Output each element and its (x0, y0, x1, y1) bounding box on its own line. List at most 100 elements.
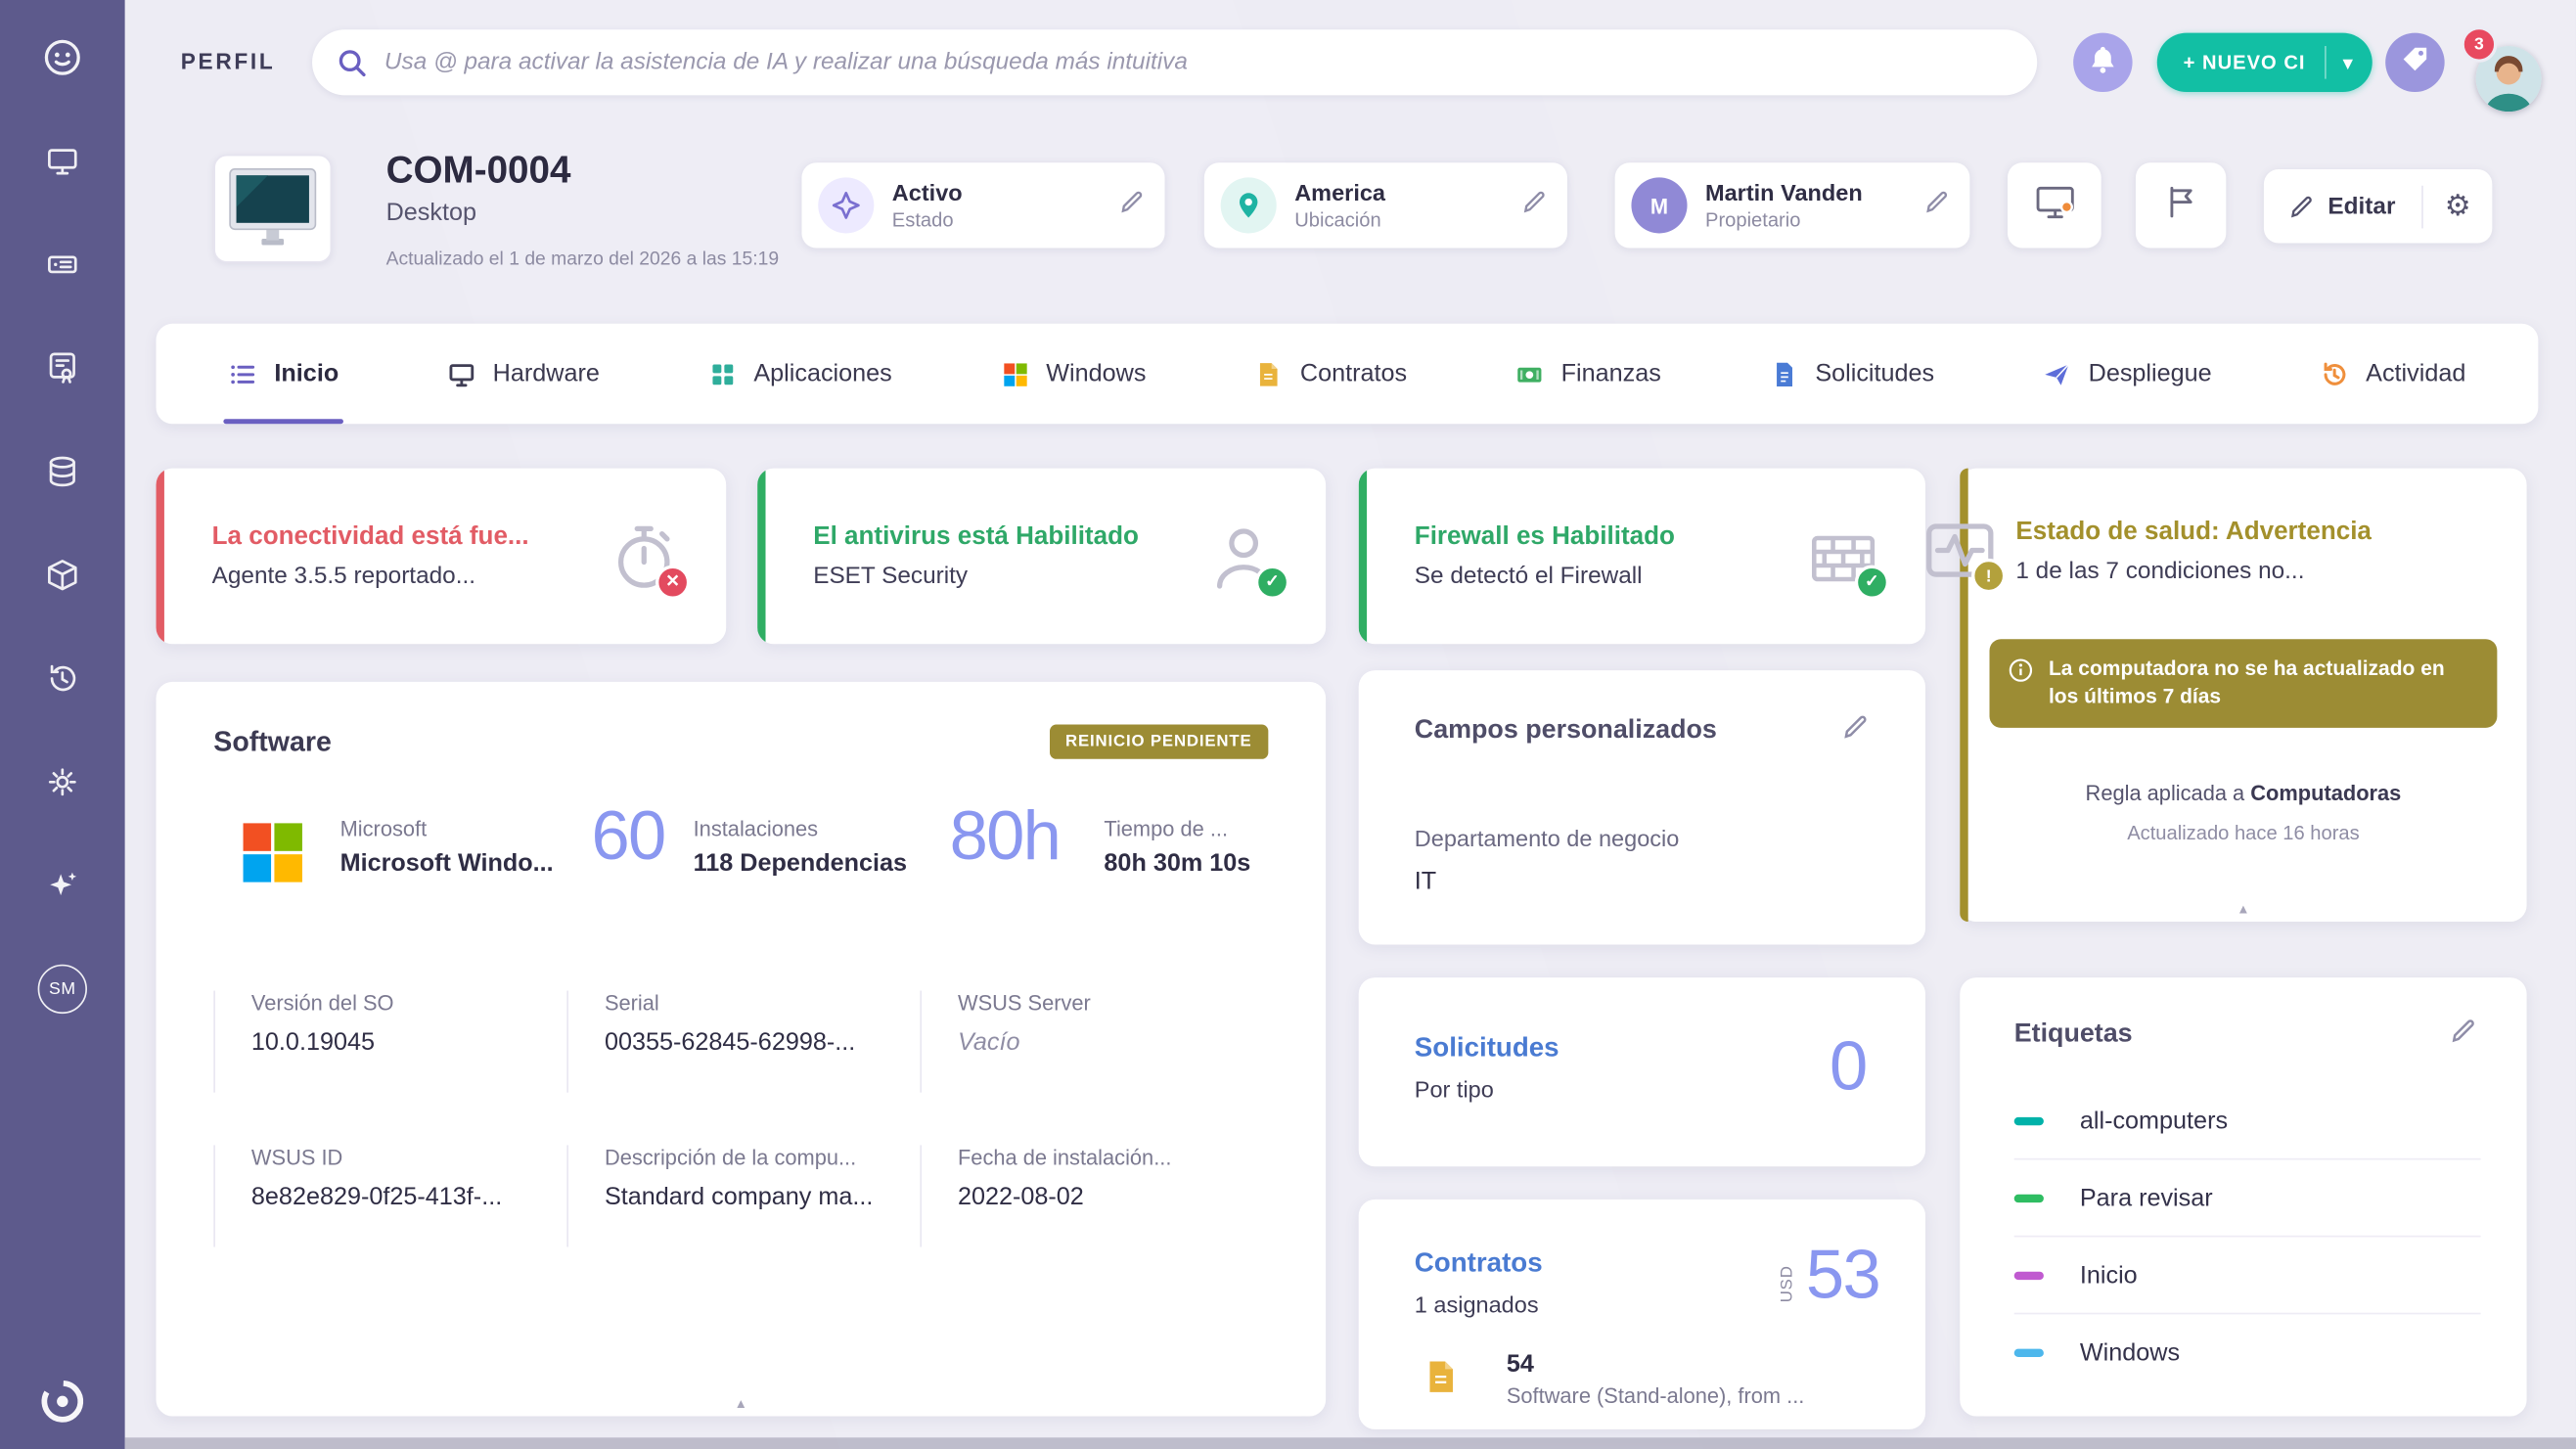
ok-badge: ✓ (1255, 565, 1289, 599)
tab-windows[interactable]: Windows (1000, 324, 1146, 424)
field-wsus-server: WSUS ServerVacío (920, 991, 1273, 1093)
location-icon (1221, 177, 1277, 233)
health-pulse-icon: ! (1921, 511, 2000, 590)
edit-custom-fields-icon[interactable] (1843, 713, 1870, 747)
health-status-card: Estado de salud: Advertencia 1 de las 7 … (1960, 469, 2526, 922)
location-label: Ubicación (1294, 208, 1522, 232)
owner-value: Martin Vanden (1705, 179, 1925, 205)
status-subtitle: ESET Security (813, 564, 1204, 590)
custom-fields-card: Campos personalizados Departamento de ne… (1359, 670, 1925, 944)
tab-finanzas[interactable]: Finanzas (1515, 324, 1661, 424)
field-serial: Serial00355-62845-62998-... (566, 991, 920, 1093)
tab-aplicaciones[interactable]: Aplicaciones (707, 324, 891, 424)
device-type: Desktop (386, 199, 476, 227)
tag-row[interactable]: Para revisar (2014, 1160, 2481, 1238)
remote-desktop-icon (2033, 182, 2076, 230)
scroll-up-indicator[interactable]: ▲ (1960, 902, 2526, 917)
tag-label: Inicio (2080, 1261, 2138, 1290)
sidebar-item-devices[interactable] (34, 133, 90, 189)
edit-location-icon[interactable] (1523, 189, 1548, 222)
edit-owner-icon[interactable] (1925, 189, 1950, 222)
sidebar-item-database[interactable] (34, 443, 90, 499)
status-subtitle: 1 de las 7 condiciones no... (2015, 559, 2378, 585)
flag-button[interactable] (2136, 162, 2226, 248)
notifications-button[interactable] (2073, 33, 2132, 92)
tab-solicitudes[interactable]: Solicitudes (1769, 324, 1934, 424)
tab-label: Finanzas (1561, 360, 1661, 388)
flag-icon (2163, 183, 2199, 227)
tab-inicio[interactable]: Inicio (228, 324, 339, 424)
installs-sub: 118 Dependencias (694, 849, 907, 878)
microsoft-logo-icon (244, 823, 302, 890)
status-bar (757, 469, 765, 645)
tab-label: Windows (1046, 360, 1146, 388)
notification-badge: 3 (2461, 26, 2497, 63)
software-product[interactable]: Microsoft Windo... (340, 849, 554, 878)
edit-button[interactable]: Editar (2264, 169, 2421, 244)
software-title: Software (213, 725, 332, 758)
requests-subtitle: Por tipo (1415, 1076, 1494, 1103)
sidebar-item-assets[interactable] (34, 547, 90, 603)
status-title: Firewall es Habilitado (1415, 522, 1804, 552)
tab-label: Hardware (493, 360, 600, 388)
installs-label: Instalaciones (694, 817, 907, 841)
edit-tags-icon[interactable] (2451, 1017, 2477, 1051)
tag-color-dash (2014, 1194, 2044, 1201)
sidebar-item-ai[interactable] (34, 858, 90, 914)
rule-applied-text: Regla aplicada a Computadoras (1960, 781, 2526, 805)
tab-label: Actividad (2366, 360, 2465, 388)
owner-chip: M Martin Vanden Propietario (1615, 162, 1970, 248)
settings-gear-icon[interactable]: ⚙ (2423, 169, 2493, 244)
tab-label: Aplicaciones (753, 360, 891, 388)
tab-hardware[interactable]: Hardware (447, 324, 600, 424)
tags-title: Etiquetas (2014, 1019, 2133, 1049)
contracts-title-link[interactable]: Contratos (1415, 1248, 1543, 1280)
horizontal-scrollbar[interactable] (125, 1437, 2576, 1449)
tab-label: Inicio (274, 360, 339, 388)
brand-logo-icon (0, 1374, 125, 1429)
requests-count: 0 (1830, 1027, 1867, 1107)
scroll-up-indicator[interactable]: ▲ (157, 1396, 1327, 1411)
sidebar: SM (0, 0, 125, 1449)
activity-history-icon (2320, 359, 2349, 388)
sidebar-item-inventory[interactable] (34, 237, 90, 293)
custom-fields-title: Campos personalizados (1415, 715, 1717, 745)
sidebar-item-certificates[interactable] (34, 340, 90, 396)
field-os-version: Versión del SO10.0.19045 (213, 991, 566, 1093)
sidebar-item-settings[interactable] (34, 754, 90, 810)
tab-despliegue[interactable]: Despliegue (2043, 324, 2212, 424)
bell-icon (2088, 43, 2117, 81)
tab-label: Contratos (1300, 360, 1407, 388)
tab-contratos[interactable]: Contratos (1254, 324, 1407, 424)
sidebar-item-history[interactable] (34, 651, 90, 706)
profile-initials: SM (38, 965, 87, 1014)
last-updated: Actualizado el 1 de marzo del 2026 a las… (386, 249, 780, 269)
ok-badge: ✓ (1855, 565, 1889, 599)
edit-status-icon[interactable] (1120, 189, 1145, 222)
sidebar-profile-avatar[interactable]: SM (34, 961, 90, 1017)
tag-row[interactable]: all-computers (2014, 1083, 2481, 1160)
contract-item-count: 54 (1507, 1350, 1534, 1379)
new-ci-button[interactable]: + NUEVO CI ▾ (2157, 33, 2373, 92)
usage-time: 80h (950, 796, 1061, 876)
tag-color-dash (2014, 1116, 2044, 1124)
tag-label: Windows (2080, 1338, 2180, 1367)
time-label: Tiempo de ... (1104, 817, 1250, 841)
tab-actividad[interactable]: Actividad (2320, 324, 2465, 424)
remote-desktop-button[interactable] (2008, 162, 2101, 248)
app-logo-icon[interactable] (34, 29, 90, 85)
chevron-down-icon[interactable]: ▾ (2327, 52, 2373, 73)
windows-logo-icon (1000, 359, 1029, 388)
firewall-wall-icon: ✓ (1804, 517, 1883, 596)
tag-row[interactable]: Inicio (2014, 1237, 2481, 1314)
requests-title-link[interactable]: Solicitudes (1415, 1033, 1559, 1064)
monitor-icon (447, 359, 476, 388)
location-chip: America Ubicación (1204, 162, 1567, 248)
status-diamond-icon (818, 177, 874, 233)
device-thumbnail[interactable] (213, 155, 332, 263)
contracts-assigned: 1 asignados (1415, 1291, 1539, 1318)
tags-button[interactable] (2385, 33, 2444, 92)
search-input[interactable] (312, 29, 2037, 95)
info-icon (2008, 657, 2034, 684)
tag-row[interactable]: Windows (2014, 1314, 2481, 1389)
